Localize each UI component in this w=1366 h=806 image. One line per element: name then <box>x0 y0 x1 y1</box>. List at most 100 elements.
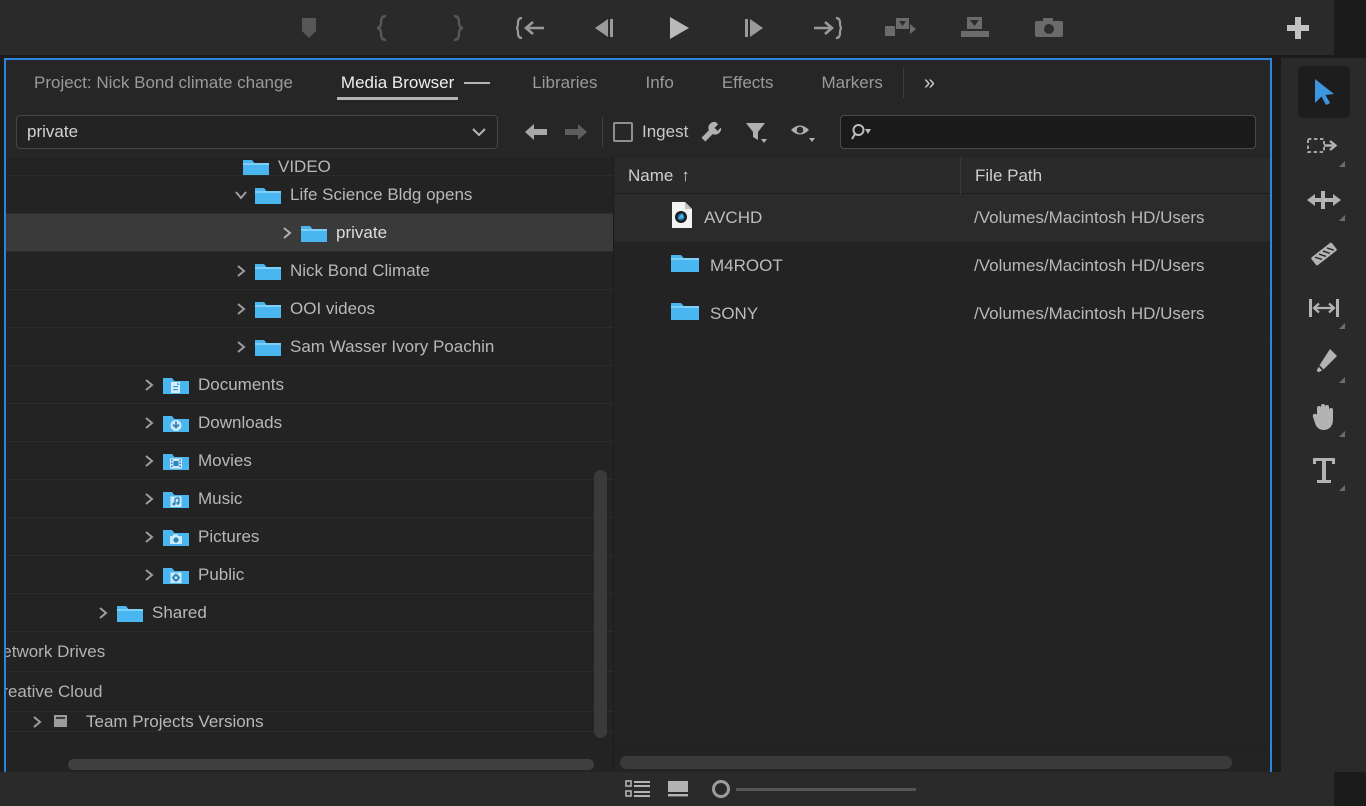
tools-palette <box>1281 58 1366 772</box>
file-list-pane[interactable]: Name ↑ File Path AVCHD /Volumes/Macintos… <box>614 158 1270 774</box>
tree-row-nick-bond-climate[interactable]: Nick Bond Climate <box>6 252 613 290</box>
slip-tool[interactable] <box>1298 282 1350 334</box>
column-header-name-label: Name <box>628 165 674 185</box>
track-select-forward-tool[interactable] <box>1298 120 1350 172</box>
tree-row-shared[interactable]: Shared <box>6 594 613 632</box>
export-frame-button[interactable] <box>1012 8 1086 48</box>
mark-out-button[interactable] <box>420 8 494 48</box>
overwrite-button[interactable] <box>938 8 1012 48</box>
tree-row-sam-wasser-ivory-poaching[interactable]: Sam Wasser Ivory Poachin <box>6 328 613 366</box>
tree-vertical-scrollbar[interactable] <box>594 470 607 738</box>
folder-blue-icon <box>670 299 700 328</box>
avchd-file-icon <box>670 201 694 234</box>
twisty-right-icon[interactable] <box>228 340 254 354</box>
tab-effects[interactable]: Effects <box>716 60 780 106</box>
tab-media-browser[interactable]: Media Browser <box>335 60 460 106</box>
more-tabs-icon[interactable]: » <box>924 60 935 106</box>
type-tool[interactable] <box>1298 444 1350 496</box>
file-list-row-sony[interactable]: SONY /Volumes/Macintosh HD/Users <box>614 290 1270 338</box>
tree-row-downloads[interactable]: Downloads <box>6 404 613 442</box>
twisty-right-icon[interactable] <box>136 378 162 392</box>
tree-row-team-projects-versions[interactable]: Team Projects Versions <box>6 712 613 732</box>
twisty-right-icon[interactable] <box>136 454 162 468</box>
file-list-name-label: SONY <box>710 303 759 323</box>
pen-tool[interactable] <box>1298 336 1350 388</box>
tool-flyout-indicator[interactable] <box>1338 215 1345 221</box>
tool-flyout-indicator[interactable] <box>1338 485 1345 491</box>
ingest-checkbox[interactable]: Ingest <box>613 122 688 142</box>
mark-in-button[interactable] <box>346 8 420 48</box>
column-header-name[interactable]: Name ↑ <box>614 166 960 186</box>
search-icon <box>851 124 872 140</box>
twisty-right-icon[interactable] <box>228 264 254 278</box>
twisty-right-icon[interactable] <box>136 416 162 430</box>
twisty-down-icon[interactable] <box>228 190 254 200</box>
column-header-file-path[interactable]: File Path <box>960 158 1270 194</box>
tool-flyout-indicator[interactable] <box>1338 377 1345 383</box>
twisty-right-icon[interactable] <box>136 530 162 544</box>
tool-flyout-indicator[interactable] <box>1338 323 1345 329</box>
file-list-horizontal-scrollbar[interactable] <box>620 756 1232 769</box>
step-back-button[interactable] <box>568 8 642 48</box>
hand-tool[interactable] <box>1298 390 1350 442</box>
play-stop-button[interactable] <box>642 8 716 48</box>
tree-row-ooi-videos[interactable]: OOI videos <box>6 290 613 328</box>
arrow-cursor-icon <box>1314 79 1334 105</box>
filter-button[interactable] <box>734 115 780 149</box>
tab-markers[interactable]: Markers <box>816 60 889 106</box>
tree-row-music[interactable]: Music <box>6 480 613 518</box>
folder-documents-icon <box>162 374 190 396</box>
icon-view-button[interactable] <box>658 774 698 804</box>
twisty-right-icon[interactable] <box>228 302 254 316</box>
tree-row-label: Public <box>198 564 245 584</box>
ingest-settings-button[interactable] <box>688 115 734 149</box>
twisty-right-icon[interactable] <box>24 715 50 729</box>
back-button[interactable] <box>516 115 556 149</box>
twisty-right-icon[interactable] <box>136 492 162 506</box>
tree-row-life-science-bldg-opens[interactable]: Life Science Bldg opens <box>6 176 613 214</box>
file-list-row-avchd[interactable]: AVCHD /Volumes/Macintosh HD/Users <box>614 194 1270 242</box>
tab-libraries[interactable]: Libraries <box>526 60 603 106</box>
tree-row-video[interactable]: VIDEO <box>6 158 613 176</box>
folder-tree-pane[interactable]: VIDEO Life Science Bldg opens private Ni… <box>6 158 614 774</box>
insert-button[interactable] <box>864 8 938 48</box>
tree-row-pictures[interactable]: Pictures <box>6 518 613 556</box>
tree-row-public[interactable]: Public <box>6 556 613 594</box>
pen-icon <box>1314 349 1337 375</box>
tree-row-movies[interactable]: Movies <box>6 442 613 480</box>
visibility-button[interactable] <box>780 115 826 149</box>
add-marker-button[interactable] <box>272 8 346 48</box>
tree-row-label: Music <box>198 488 243 508</box>
tool-flyout-indicator[interactable] <box>1338 161 1345 167</box>
thumbnail-zoom-slider[interactable] <box>712 780 916 798</box>
search-input[interactable] <box>840 115 1256 149</box>
path-dropdown[interactable]: private <box>16 115 498 149</box>
tree-section-label: Creative Cloud <box>6 681 103 701</box>
go-to-out-button[interactable] <box>790 8 864 48</box>
tree-section-creative-cloud[interactable]: Creative Cloud <box>6 672 613 712</box>
twisty-right-icon[interactable] <box>274 226 300 240</box>
file-list-header: Name ↑ File Path <box>614 158 1270 194</box>
button-editor-plus-button[interactable] <box>1262 8 1334 48</box>
tree-row-documents[interactable]: Documents <box>6 366 613 404</box>
folder-blue-icon <box>254 298 282 320</box>
twisty-right-icon[interactable] <box>90 606 116 620</box>
ripple-edit-tool[interactable] <box>1298 174 1350 226</box>
go-to-in-button[interactable] <box>494 8 568 48</box>
list-view-button[interactable] <box>618 774 658 804</box>
tree-horizontal-scrollbar[interactable] <box>68 759 594 770</box>
selection-tool[interactable] <box>1297 66 1350 118</box>
tool-flyout-indicator[interactable] <box>1338 431 1345 437</box>
forward-button[interactable] <box>556 115 596 149</box>
zoom-slider-knob[interactable] <box>712 780 730 798</box>
zoom-slider-track[interactable] <box>736 787 916 791</box>
twisty-right-icon[interactable] <box>136 568 162 582</box>
panel-menu-icon[interactable] <box>464 60 491 106</box>
tab-project[interactable]: Project: Nick Bond climate change <box>28 60 299 106</box>
step-forward-button[interactable] <box>716 8 790 48</box>
tree-row-private[interactable]: private <box>6 214 613 252</box>
file-list-row-m4root[interactable]: M4ROOT /Volumes/Macintosh HD/Users <box>614 242 1270 290</box>
tree-section-network-drives[interactable]: Network Drives <box>6 632 613 672</box>
tab-info[interactable]: Info <box>639 60 679 106</box>
razor-tool[interactable] <box>1298 228 1350 280</box>
